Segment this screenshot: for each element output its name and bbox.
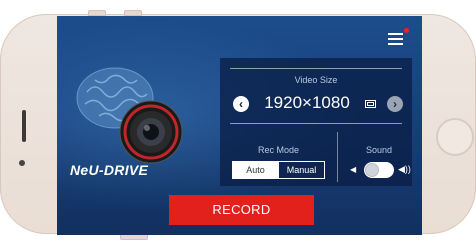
sound-toggle[interactable] — [364, 162, 394, 178]
screen-size-icon — [365, 100, 376, 108]
phone-speaker — [22, 110, 26, 142]
phone-home-button[interactable] — [436, 118, 474, 156]
chevron-left-icon[interactable]: ‹ — [233, 96, 249, 112]
video-size-label: Video Size — [294, 75, 338, 85]
divider — [337, 132, 338, 182]
volume-low-icon: ◀ — [350, 165, 357, 174]
menu-icon[interactable] — [388, 31, 408, 47]
video-size-value: 1920×1080 — [264, 93, 350, 112]
phone-front-camera — [19, 160, 25, 166]
rec-mode-segmented-control: Auto Manual — [232, 161, 325, 179]
toggle-knob — [365, 163, 379, 177]
notification-dot — [404, 28, 409, 33]
sound-label: Sound — [365, 145, 393, 155]
record-button[interactable]: RECORD — [169, 195, 314, 225]
app-screen: NeU-DRIVE Video Size ‹ 1920×1080 › Rec M… — [57, 16, 422, 235]
brand-logo: NeU-DRIVE — [70, 162, 149, 178]
divider — [230, 123, 402, 124]
rec-mode-label: Rec Mode — [257, 145, 300, 155]
camera-lens-graphic — [119, 100, 183, 164]
rec-mode-auto-option[interactable]: Auto — [233, 162, 278, 178]
divider — [230, 68, 402, 69]
rec-mode-manual-option[interactable]: Manual — [278, 162, 324, 178]
settings-panel: Video Size ‹ 1920×1080 › Rec Mode Auto M… — [220, 58, 412, 186]
volume-high-icon: ◀)) — [398, 164, 411, 174]
chevron-right-icon[interactable]: › — [387, 96, 403, 112]
video-size-selector: ‹ 1920×1080 › — [220, 92, 412, 114]
